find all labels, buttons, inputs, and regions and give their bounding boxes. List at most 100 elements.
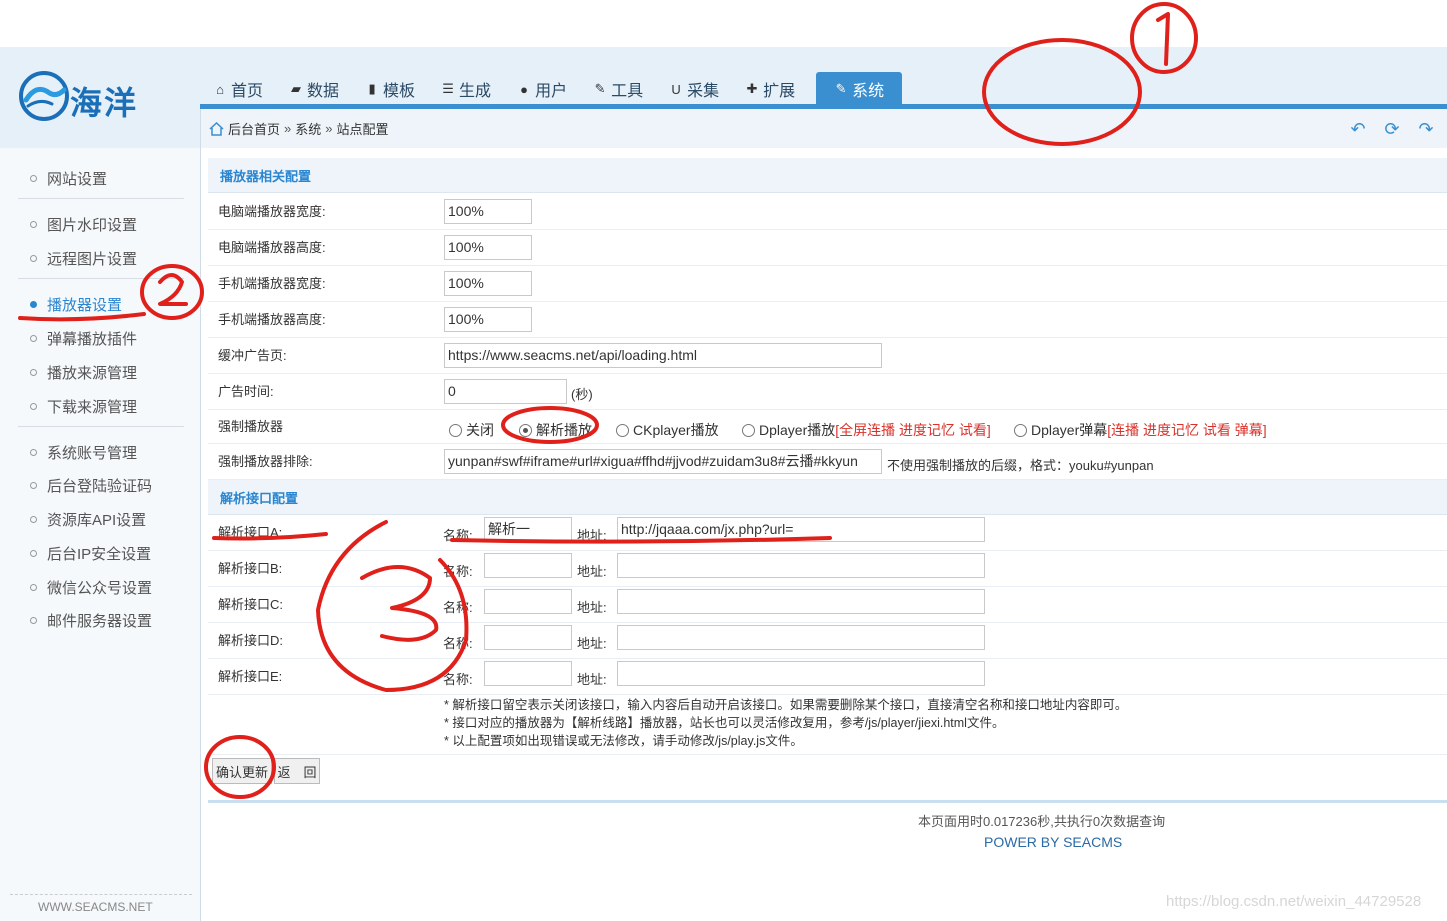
- refresh-icon[interactable]: ⟳: [1381, 120, 1403, 138]
- name-label: 名称:: [443, 528, 473, 543]
- breadcrumb-home[interactable]: 后台首页: [228, 119, 280, 138]
- nav-label: 用户: [535, 83, 568, 100]
- nav-collect[interactable]: U 采集: [656, 72, 732, 106]
- powered-by: POWER BY SEACMS: [984, 834, 1123, 850]
- sidebar-item-label: 弹幕播放插件: [47, 331, 138, 348]
- sidebar-divider: [18, 198, 184, 199]
- sidebar-item-download-source[interactable]: 下载来源管理: [30, 396, 137, 417]
- magnet-icon: U: [671, 81, 681, 97]
- nav-system[interactable]: ✎ 系统: [816, 72, 903, 106]
- file-icon: ▮: [368, 81, 376, 96]
- radio-parse[interactable]: 解析播放: [519, 420, 592, 440]
- sidebar-item-api[interactable]: 资源库API设置: [30, 509, 146, 530]
- bullet-icon: [30, 550, 37, 557]
- pc-width-input[interactable]: 100%: [444, 199, 532, 224]
- field-label: 解析接口A:: [218, 525, 283, 540]
- sidebar-item-label: 播放器设置: [47, 297, 123, 314]
- sidebar-item-play-source[interactable]: 播放来源管理: [30, 362, 137, 383]
- sidebar-footer: WWW.SEACMS.NET: [38, 900, 153, 914]
- row-parse-e: 解析接口E: 名称: 地址:: [208, 659, 1447, 695]
- nav-user[interactable]: ● 用户: [504, 72, 580, 106]
- force-exclude-hint: 不使用强制播放的后缀，格式：youku#yunpan: [887, 458, 1154, 473]
- section-parse-title: 解析接口配置: [208, 480, 1447, 515]
- forward-arrow-icon[interactable]: ↷: [1415, 120, 1437, 138]
- nav-extend[interactable]: ✚ 扩展: [732, 72, 808, 106]
- field-label: 广告时间:: [218, 384, 274, 399]
- sidebar-item-captcha[interactable]: 后台登陆验证码: [30, 475, 152, 496]
- list-icon: ☰: [442, 81, 454, 96]
- nav-generate[interactable]: ☰ 生成: [428, 72, 504, 106]
- submit-button[interactable]: 确认更新: [212, 758, 272, 784]
- sidebar-item-accounts[interactable]: 系统账号管理: [30, 442, 137, 463]
- back-arrow-icon[interactable]: ↶: [1347, 120, 1369, 138]
- field-label: 解析接口C:: [218, 597, 284, 612]
- radio-circle: [449, 423, 462, 437]
- force-exclude-input[interactable]: yunpan#swf#iframe#url#xigua#ffhd#jjvod#z…: [444, 449, 882, 474]
- parse-a-name-input[interactable]: 解析一: [484, 517, 572, 542]
- sidebar-item-watermark[interactable]: 图片水印设置: [30, 214, 137, 235]
- parse-e-name-input[interactable]: [484, 661, 572, 686]
- sidebar-item-wechat[interactable]: 微信公众号设置: [30, 577, 152, 598]
- bullet-icon: [30, 482, 37, 489]
- breadcrumb-system[interactable]: 系统: [295, 119, 321, 138]
- nav-label: 扩展: [763, 83, 796, 100]
- note-line: * 解析接口留空表示关闭该接口，输入内容后自动开启该接口。如果需要删除某个接口，…: [444, 698, 1128, 712]
- row-parse-b: 解析接口B: 名称: 地址:: [208, 551, 1447, 587]
- parse-a-addr-input[interactable]: http://jqaaa.com/jx.php?url=: [617, 517, 985, 542]
- addr-label: 地址:: [577, 672, 607, 687]
- nav-template[interactable]: ▮ 模板: [352, 72, 428, 106]
- sidebar-divider: [18, 426, 184, 427]
- pc-height-input[interactable]: 100%: [444, 235, 532, 260]
- parse-b-name-input[interactable]: [484, 553, 572, 578]
- user-icon: ●: [520, 81, 528, 97]
- home-icon: [209, 121, 225, 136]
- radio-off[interactable]: 关闭: [449, 420, 494, 440]
- watermark: https://blog.csdn.net/weixin_44729528: [1166, 893, 1422, 910]
- field-label: 手机端播放器宽度:: [218, 276, 326, 291]
- bullet-icon: [30, 221, 37, 228]
- sidebar-item-label: 邮件服务器设置: [47, 613, 153, 630]
- bullet-icon: [30, 369, 37, 376]
- wrench-icon: ✎: [594, 81, 606, 96]
- ad-time-input[interactable]: 0: [444, 379, 567, 404]
- back-button[interactable]: 返 回: [274, 758, 320, 784]
- bullet-icon: [30, 617, 37, 624]
- radio-ckplayer[interactable]: CKplayer播放: [616, 420, 719, 440]
- radio-dplayer-danmaku[interactable]: Dplayer弹幕 [连播 进度记忆 试看 弹幕]: [1014, 420, 1267, 440]
- parse-c-addr-input[interactable]: [617, 589, 985, 614]
- sidebar-item-danmaku[interactable]: 弹幕播放插件: [30, 328, 137, 349]
- radio-label: Dplayer播放: [759, 422, 836, 438]
- mobile-height-input[interactable]: 100%: [444, 307, 532, 332]
- radio-label: CKplayer播放: [633, 422, 719, 438]
- nav-tools[interactable]: ✎ 工具: [580, 72, 656, 106]
- sidebar-item-ip-security[interactable]: 后台IP安全设置: [30, 543, 151, 564]
- breadcrumb-separator: »: [284, 121, 292, 136]
- parse-b-addr-input[interactable]: [617, 553, 985, 578]
- home-icon: ⌂: [216, 81, 224, 97]
- parse-d-name-input[interactable]: [484, 625, 572, 650]
- sidebar-item-site[interactable]: 网站设置: [30, 168, 107, 189]
- field-label: 解析接口B:: [218, 561, 283, 576]
- sidebar-item-remote-image[interactable]: 远程图片设置: [30, 248, 137, 269]
- row-force-player: 强制播放器 关闭 解析播放 CKplayer播放 Dplayer播放 [全屏连播 …: [208, 410, 1447, 444]
- notes-divider: [208, 754, 1447, 755]
- sidebar-item-label: 微信公众号设置: [47, 580, 153, 597]
- parse-d-addr-input[interactable]: [617, 625, 985, 650]
- content-bottom-bar: [208, 800, 1447, 803]
- parse-e-addr-input[interactable]: [617, 661, 985, 686]
- buffer-ad-input[interactable]: https://www.seacms.net/api/loading.html: [444, 343, 882, 368]
- parse-c-name-input[interactable]: [484, 589, 572, 614]
- row-force-exclude: 强制播放器排除: yunpan#swf#iframe#url#xigua#ffh…: [208, 444, 1447, 480]
- breadcrumb-current: 站点配置: [336, 122, 389, 137]
- nav-home[interactable]: ⌂ 首页: [200, 72, 276, 106]
- note-line: * 接口对应的播放器为【解析线路】播放器，站长也可以灵活修改复用，参考/js/p…: [444, 716, 1005, 730]
- mobile-width-input[interactable]: 100%: [444, 271, 532, 296]
- sidebar-item-mail[interactable]: 邮件服务器设置: [30, 610, 152, 631]
- sidebar-item-player[interactable]: 播放器设置: [30, 294, 122, 315]
- radio-dplayer[interactable]: Dplayer播放 [全屏连播 进度记忆 试看]: [742, 420, 991, 440]
- radio-extra: [连播 进度记忆 试看 弹幕]: [1107, 422, 1267, 438]
- nav-label: 系统: [852, 83, 885, 100]
- bullet-icon: [30, 175, 37, 182]
- addr-label: 地址:: [577, 600, 607, 615]
- nav-data[interactable]: ▰ 数据: [276, 72, 352, 106]
